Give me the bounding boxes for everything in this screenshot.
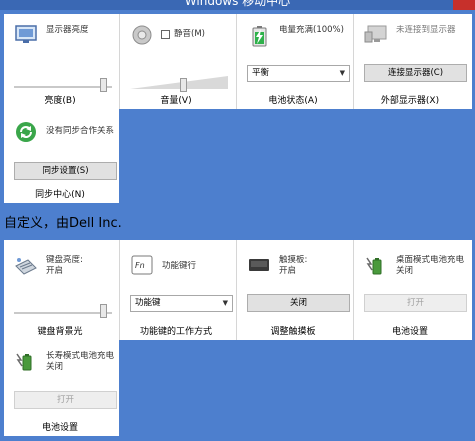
mute-label: 静音(M) <box>174 29 205 39</box>
power-plan-select[interactable]: 平衡 ▼ <box>247 65 350 82</box>
close-button[interactable] <box>453 0 475 10</box>
tile-function-keys: Fn 功能键行 功能键 ▼ 功能键的工作方式 <box>120 240 233 340</box>
tile-brightness-label: 亮度(B) <box>44 96 76 106</box>
battery-longevity-button[interactable]: 打开 <box>14 391 117 409</box>
touchpad-line-2: 开启 <box>279 266 297 276</box>
battery-longevity-status: 长寿模式电池充电 关闭 <box>46 351 118 373</box>
window-title: Windows 移动中心 <box>184 0 291 8</box>
touchpad-status: 触摸板: 开启 <box>279 255 351 277</box>
tile-touchpad-label: 调整触摸板 <box>270 327 316 337</box>
battery-plug-icon <box>366 257 382 275</box>
keyboard-backlight-line-2: 开启 <box>46 266 64 276</box>
brightness-slider-track <box>14 86 112 88</box>
volume-slider-thumb[interactable] <box>180 78 188 92</box>
touchpad-toggle-button[interactable]: 关闭 <box>247 294 350 312</box>
tile-battery-text: 电量充满(100%) <box>279 25 344 35</box>
function-key-mode-select[interactable]: 功能键 ▼ <box>130 295 233 312</box>
tile-volume-label: 音量(V) <box>160 96 192 106</box>
tile-touchpad: 触摸板: 开启 关闭 调整触摸板 <box>237 240 351 340</box>
function-key-mode-value: 功能键 <box>135 298 161 308</box>
tile-battery-longevity: 长寿模式电池充电 关闭 打开 电池设置 <box>4 340 118 436</box>
tile-battery-longevity-label: 电池设置 <box>41 423 78 433</box>
battery-desktop-mode-line-2: 关闭 <box>396 266 414 276</box>
mute-checkbox[interactable] <box>161 30 170 39</box>
touchpad-icon <box>249 259 269 271</box>
battery-charging-icon <box>252 26 267 47</box>
battery-plug-icon <box>16 353 32 371</box>
svg-text:Fn: Fn <box>135 261 145 270</box>
brightness-slider-thumb[interactable] <box>100 78 108 92</box>
tile-sync-center-text: 没有同步合作关系 <box>46 126 115 136</box>
tile-sync-center: 没有同步合作关系 同步设置(S) 同步中心(N) <box>4 109 117 203</box>
connect-display-button[interactable]: 连接显示器(C) <box>364 64 467 82</box>
sync-settings-button[interactable]: 同步设置(S) <box>14 162 117 180</box>
display-brightness-icon <box>15 25 37 43</box>
power-plan-value: 平衡 <box>252 68 270 78</box>
battery-longevity-line-1: 长寿模式电池充电 <box>46 351 115 361</box>
touchpad-line-1: 触摸板: <box>279 255 308 265</box>
keyboard-backlight-line-1: 键盘亮度: <box>46 255 83 265</box>
speaker-icon <box>132 25 152 45</box>
title-bar: Windows 移动中心 <box>0 0 475 10</box>
tile-battery: 电量充满(100%) 平衡 ▼ 电池状态(A) <box>237 14 350 109</box>
fn-key-icon: Fn <box>131 255 153 275</box>
tile-brightness: 显示器亮度 亮度(B) <box>4 14 116 109</box>
tile-external-display-text: 未连接到显示器 <box>396 25 456 35</box>
external-monitor-icon <box>364 25 387 43</box>
keyboard-backlight-icon <box>15 258 37 275</box>
tile-battery-desktop-mode: 桌面模式电池充电 关闭 打开 电池设置 <box>354 240 468 340</box>
tile-keyboard-backlight: 键盘亮度: 开启 键盘背景光 <box>4 240 116 340</box>
tile-external-display-label: 外部显示器(X) <box>380 96 440 106</box>
tile-sync-center-label: 同步中心(N) <box>35 190 85 200</box>
tile-battery-label: 电池状态(A) <box>268 96 318 106</box>
battery-desktop-mode-button[interactable]: 打开 <box>364 294 467 312</box>
tile-brightness-text: 显示器亮度 <box>46 25 89 35</box>
tile-keyboard-backlight-label: 键盘背景光 <box>37 327 83 337</box>
volume-slider-ramp <box>130 76 228 89</box>
tile-external-display: 未连接到显示器 连接显示器(C) 外部显示器(X) <box>354 14 467 109</box>
keyboard-backlight-slider-track <box>14 312 112 314</box>
battery-desktop-mode-line-1: 桌面模式电池充电 <box>396 255 465 265</box>
tile-function-keys-text: 功能键行 <box>162 261 197 271</box>
tile-volume: 静音(M) 音量(V) <box>120 14 232 109</box>
keyboard-backlight-status: 键盘亮度: 开启 <box>46 255 118 277</box>
chevron-down-icon: ▼ <box>222 299 228 307</box>
chevron-down-icon: ▼ <box>339 69 345 77</box>
battery-desktop-mode-status: 桌面模式电池充电 关闭 <box>396 255 468 277</box>
sync-icon <box>16 122 36 142</box>
tile-function-keys-label: 功能键的工作方式 <box>139 327 212 337</box>
keyboard-backlight-slider-thumb[interactable] <box>100 304 108 318</box>
tile-battery-desktop-mode-label: 电池设置 <box>391 327 428 337</box>
battery-longevity-line-2: 关闭 <box>46 362 64 372</box>
vendor-section-heading: 自定义，由Dell Inc. <box>4 216 122 231</box>
